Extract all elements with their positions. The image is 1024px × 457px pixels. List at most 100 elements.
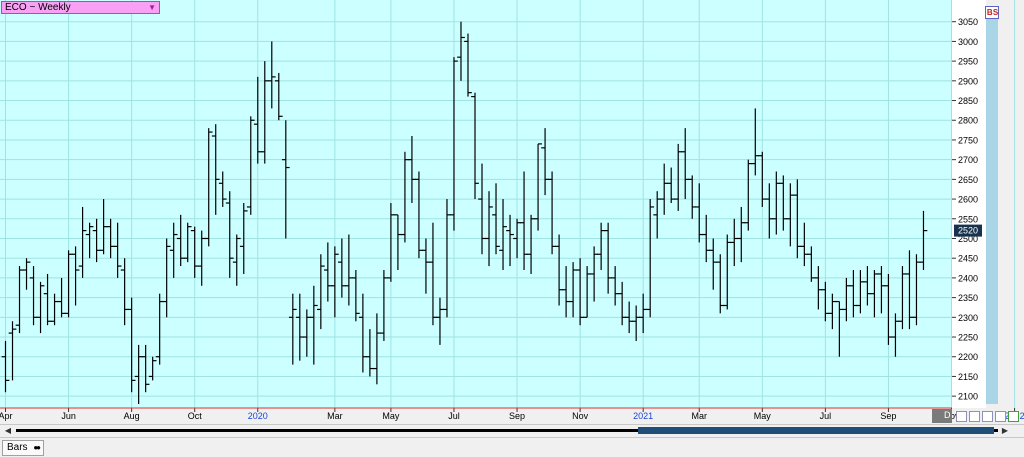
ohlc-bar xyxy=(807,246,816,282)
scroll-right-icon[interactable] xyxy=(995,411,1006,422)
ohlc-bar xyxy=(183,222,192,263)
ohlc-bar xyxy=(85,222,94,259)
y-tick-label: 2450 xyxy=(958,254,978,264)
ohlc-bar xyxy=(394,214,402,271)
ohlc-bar xyxy=(814,266,823,310)
symbol-selector[interactable]: ECO ~ Weekly ▼ xyxy=(1,1,160,14)
x-tick-label: Mar xyxy=(691,411,707,421)
ohlc-chart: 2100215022002250230023502400245025002550… xyxy=(0,0,1024,421)
ohlc-bar xyxy=(618,281,627,326)
settings-icon[interactable] xyxy=(1008,411,1019,422)
ohlc-bar xyxy=(190,226,199,278)
x-tick-label: Nov xyxy=(572,411,589,421)
x-tick-label: Jul xyxy=(448,411,460,421)
zoom-in-icon[interactable] xyxy=(956,411,967,422)
ohlc-bar xyxy=(8,321,17,381)
ohlc-bar xyxy=(113,222,122,278)
ohlc-bar xyxy=(225,191,234,278)
scroll-left-icon[interactable] xyxy=(982,411,993,422)
ohlc-bar xyxy=(22,258,31,290)
ohlc-bar xyxy=(681,128,690,200)
ohlc-bar xyxy=(267,41,276,109)
y-tick-label: 3000 xyxy=(958,37,978,47)
symbol-title: ECO ~ Weekly xyxy=(5,2,71,13)
ohlc-bar xyxy=(709,238,718,290)
ohlc-bar xyxy=(520,171,528,271)
scroll-left-arrow-icon[interactable]: ◀ xyxy=(3,426,13,436)
ohlc-bar xyxy=(660,163,669,215)
scroll-right-arrow-icon[interactable]: ▶ xyxy=(1000,426,1010,436)
y-tick-label: 2400 xyxy=(958,273,978,283)
ohlc-bar xyxy=(464,33,472,97)
ohlc-bar xyxy=(246,116,255,215)
ohlc-bar xyxy=(674,143,683,211)
ohlc-bar xyxy=(295,293,304,361)
ohlc-bar xyxy=(373,313,381,385)
ohlc-bar xyxy=(856,270,865,314)
ohlc-bar xyxy=(330,246,339,318)
y-tick-label: 2250 xyxy=(958,333,978,343)
ohlc-bar xyxy=(590,246,598,302)
ohlc-bar xyxy=(891,313,900,357)
scroll-thumb[interactable] xyxy=(638,427,994,434)
ohlc-bar xyxy=(211,124,220,215)
ohlc-bar xyxy=(751,108,760,176)
y-tick-label: 2350 xyxy=(958,293,978,303)
y-tick-label: 2150 xyxy=(958,372,978,382)
ohlc-bar xyxy=(29,266,38,326)
ohlc-bar xyxy=(716,254,725,314)
x-tick-label: Sep xyxy=(509,411,525,421)
x-tick-label: May xyxy=(754,411,772,421)
ohlc-bar xyxy=(338,238,346,298)
y-tick-label: 2850 xyxy=(958,96,978,106)
x-tick-label: Jun xyxy=(61,411,76,421)
ohlc-bar xyxy=(667,167,676,204)
ohlc-bar xyxy=(415,171,423,259)
y-tick-label: 2600 xyxy=(958,195,978,205)
ohlc-bar xyxy=(639,293,648,334)
ohlc-bar xyxy=(611,266,620,306)
ohlc-bar xyxy=(695,183,704,243)
ohlc-bar xyxy=(359,293,367,373)
ohlc-bar xyxy=(653,191,662,239)
ohlc-bar xyxy=(583,266,591,318)
ohlc-bar xyxy=(527,214,535,274)
ohlc-bar xyxy=(478,163,486,255)
ohlc-bar xyxy=(50,293,59,326)
x-tick-label: Jul xyxy=(820,411,832,421)
ohlc-bar xyxy=(71,246,80,306)
ohlc-bar xyxy=(499,199,507,271)
x-tick-label: 2020 xyxy=(248,411,268,421)
ohlc-bar xyxy=(134,344,143,405)
ohlc-bar xyxy=(274,72,283,121)
ohlc-bar xyxy=(387,203,395,282)
ohlc-bar xyxy=(436,297,444,345)
ohlc-bar xyxy=(78,206,87,278)
ohlc-bar xyxy=(849,270,858,318)
x-tick-label: 2021 xyxy=(633,411,653,421)
ohlc-bar xyxy=(835,300,844,357)
dropdown-arrow-icon[interactable]: ▼ xyxy=(148,2,156,13)
x-tick-label: Apr xyxy=(0,411,13,421)
ohlc-bar xyxy=(260,61,269,164)
ohlc-bar xyxy=(737,206,746,263)
ohlc-bar xyxy=(366,329,374,377)
bars-tab[interactable]: Bars ●● xyxy=(2,440,45,456)
zoom-out-icon[interactable] xyxy=(969,411,980,422)
y-tick-label: 2800 xyxy=(958,116,978,126)
y-tick-label: 2650 xyxy=(958,175,978,185)
y-tick-label: 2750 xyxy=(958,135,978,145)
y-axis-ticks: 2100215022002250230023502400245025002550… xyxy=(952,17,978,402)
horizontal-scrollbar[interactable]: ◀ ▶ xyxy=(0,424,1024,437)
link-icon: ●● xyxy=(33,443,41,452)
gridlines xyxy=(0,0,1016,408)
ohlc-bar xyxy=(765,183,774,239)
ohlc-bar xyxy=(485,191,493,267)
ohlc-bar xyxy=(1,340,10,393)
ohlc-bar xyxy=(471,92,479,200)
y-tick-label: 3050 xyxy=(958,17,978,27)
ohlc-bar xyxy=(828,293,837,330)
ohlc-bar xyxy=(800,222,809,267)
ohlc-bar xyxy=(779,175,788,231)
ohlc-bar xyxy=(534,143,542,231)
